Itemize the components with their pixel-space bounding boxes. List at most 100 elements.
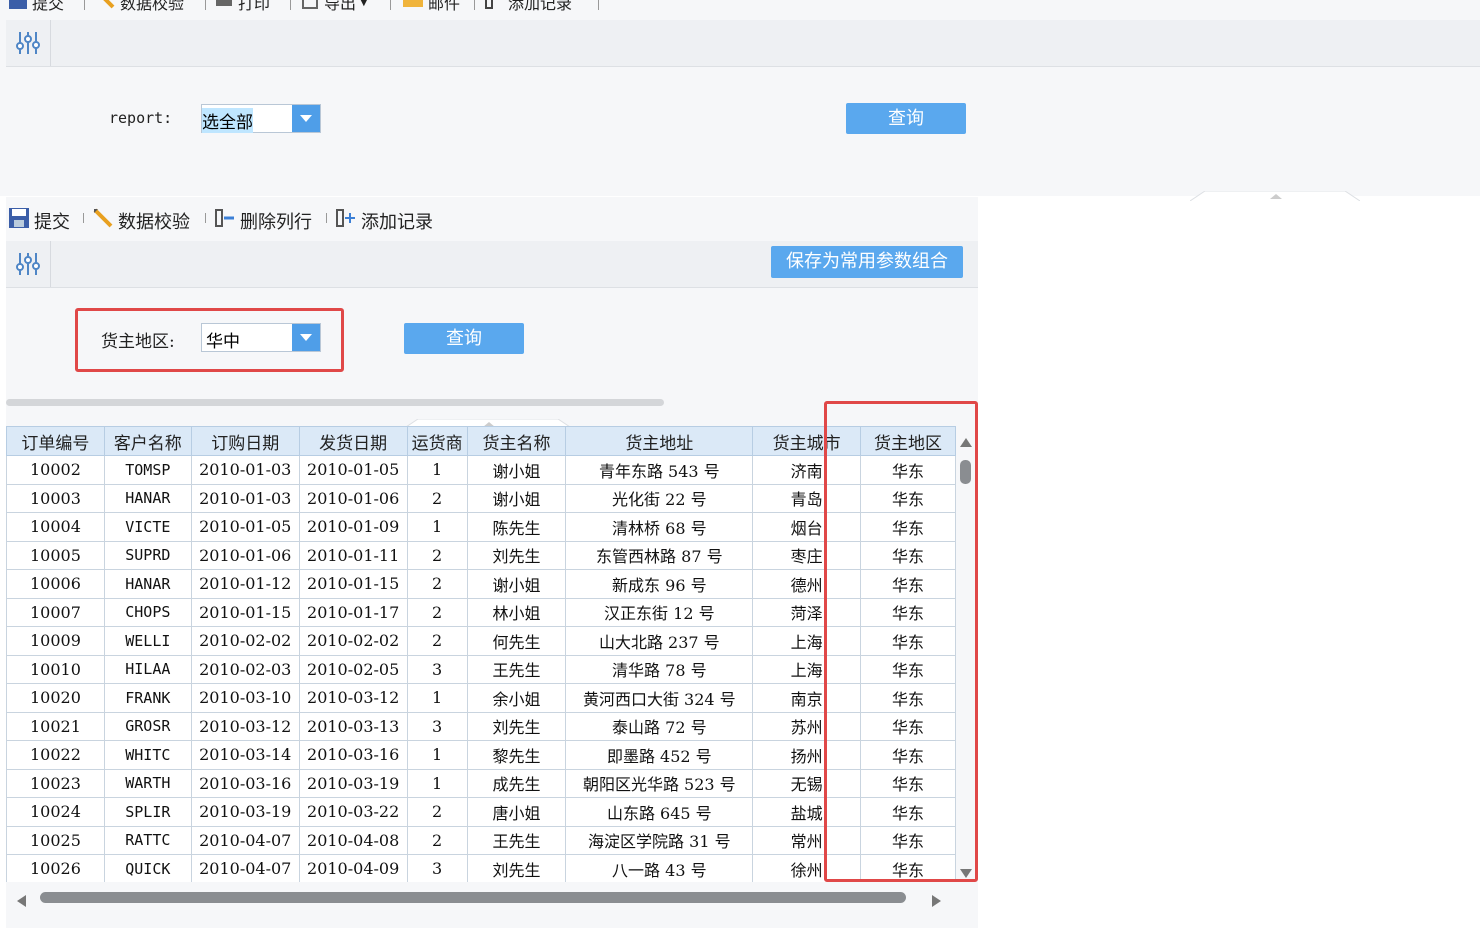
table-cell: 2010-02-02 xyxy=(298,626,408,656)
table-cell: 光化街 22 号 xyxy=(565,483,754,513)
form-param-bar: 保存为常用参数组合 xyxy=(6,241,978,288)
table-row[interactable]: 10006 HANAR 2010-01-12 2010-01-15 2 谢小姐 新成东 96… xyxy=(6,569,956,599)
table-row[interactable]: 10021 GROSR 2010-03-12 2010-03-13 3 刘先生 泰山路 72… xyxy=(6,711,956,741)
chevron-down-icon: ▼ xyxy=(360,0,368,8)
column-header[interactable]: 订单编号 xyxy=(6,426,105,456)
table-cell: WHITC xyxy=(103,740,192,770)
validate-button[interactable]: 数据校验 xyxy=(92,207,190,234)
column-header[interactable]: 发货日期 xyxy=(298,426,408,456)
table-row[interactable]: 10020 FRANK 2010-03-10 2010-03-12 1 余小姐 黄河西口大街… xyxy=(6,683,956,713)
table-cell: 10023 xyxy=(6,768,105,798)
top-toolbar: 提交 数据校验 打印 导出 ▼ 邮件 添加记录 xyxy=(0,0,1480,12)
column-header[interactable]: 货主名称 xyxy=(466,426,567,456)
table-cell: 成先生 xyxy=(466,768,567,798)
table-cell: 刘先生 xyxy=(466,540,567,570)
table-horizontal-scrollbar[interactable] xyxy=(6,885,978,911)
query-button[interactable]: 查询 xyxy=(404,323,524,354)
table-cell: 2010-02-02 xyxy=(190,626,300,656)
table-row[interactable]: 10004 VICTE 2010-01-05 2010-01-09 1 陈先生 清林桥 68… xyxy=(6,512,956,542)
collapse-handle[interactable] xyxy=(402,414,574,430)
table-cell: 2010-03-13 xyxy=(298,711,408,741)
add-record-button[interactable]: 添加记录 xyxy=(335,207,433,234)
column-header[interactable]: 订购日期 xyxy=(190,426,300,456)
top-submit-button[interactable]: 提交 xyxy=(8,0,64,12)
top-print-button[interactable]: 打印 xyxy=(214,0,270,12)
table-cell: 2 xyxy=(406,626,468,656)
delete-row-button[interactable]: 删除列行 xyxy=(214,207,312,234)
sliders-icon[interactable] xyxy=(6,20,51,66)
params-scrollbar[interactable] xyxy=(6,399,664,406)
table-cell: 谢小姐 xyxy=(466,569,567,599)
table-cell: 2 xyxy=(406,825,468,855)
table-cell: 2 xyxy=(406,540,468,570)
table-cell: 清林桥 68 号 xyxy=(565,512,754,542)
table-row[interactable]: 10002 TOMSP 2010-01-03 2010-01-05 1 谢小姐 青年东路 5… xyxy=(6,455,956,485)
top-export-button[interactable]: 导出 ▼ xyxy=(300,0,368,12)
table-cell: 2010-04-08 xyxy=(298,825,408,855)
top-add-record-button[interactable]: 添加记录 xyxy=(484,0,572,12)
table-row[interactable]: 10007 CHOPS 2010-01-15 2010-01-17 2 林小姐 汉正东街 1… xyxy=(6,597,956,627)
table-cell: 谢小姐 xyxy=(466,455,567,485)
save-params-button[interactable]: 保存为常用参数组合 xyxy=(771,246,963,278)
table-cell: 2010-04-09 xyxy=(298,854,408,882)
pencil-icon xyxy=(92,207,114,234)
column-header[interactable]: 运货商 xyxy=(406,426,468,456)
table-cell: RATTC xyxy=(103,825,192,855)
table-cell: 2010-03-19 xyxy=(190,797,300,827)
table-cell: 1 xyxy=(406,455,468,485)
report-select[interactable]: 选全部 xyxy=(201,104,321,133)
report-select-value: 选全部 xyxy=(202,108,253,133)
horizontal-scroll-thumb[interactable] xyxy=(40,892,906,903)
table-cell: 泰山路 72 号 xyxy=(565,711,754,741)
table-cell: 新成东 96 号 xyxy=(565,569,754,599)
top-param-bar xyxy=(6,20,1480,67)
table-row[interactable]: 10025 RATTC 2010-04-07 2010-04-08 2 王先生 海淀区学院路… xyxy=(6,825,956,855)
table-row[interactable]: 10010 HILAA 2010-02-03 2010-02-05 3 王先生 清华路 78… xyxy=(6,654,956,684)
top-query-button[interactable]: 查询 xyxy=(846,103,966,134)
table-cell: 10002 xyxy=(6,455,105,485)
table-cell: 2 xyxy=(406,569,468,599)
table-row[interactable]: 10022 WHITC 2010-03-14 2010-03-16 1 黎先生 即墨路 45… xyxy=(6,740,956,770)
background-report-panel: 提交 数据校验 打印 导出 ▼ 邮件 添加记录 report: 选全部 查询 xyxy=(0,0,1480,202)
table-row[interactable]: 10005 SUPRD 2010-01-06 2010-01-11 2 刘先生 东管西林路 … xyxy=(6,540,956,570)
table-cell: 2010-04-07 xyxy=(190,825,300,855)
table-row[interactable]: 10023 WARTH 2010-03-16 2010-03-19 1 成先生 朝阳区光华路… xyxy=(6,768,956,798)
table-cell: 3 xyxy=(406,711,468,741)
table-row[interactable]: 10003 HANAR 2010-01-03 2010-01-06 2 谢小姐 光化街 22… xyxy=(6,483,956,513)
table-cell: 1 xyxy=(406,512,468,542)
table-cell: 3 xyxy=(406,854,468,882)
table-cell: 2010-03-14 xyxy=(190,740,300,770)
table-cell: 汉正东街 12 号 xyxy=(565,597,754,627)
table-cell: 王先生 xyxy=(466,654,567,684)
chevron-down-icon[interactable] xyxy=(292,105,320,132)
top-mail-button[interactable]: 邮件 xyxy=(402,0,460,12)
scroll-right-icon[interactable] xyxy=(932,892,942,911)
sliders-icon[interactable] xyxy=(6,241,51,287)
order-table: 订单编号 客户名称 订购日期 发货日期 运货商 货主名称 货主地址 货主城市 货主地区 1000… xyxy=(6,426,956,882)
table-cell: 余小姐 xyxy=(466,683,567,713)
column-header[interactable]: 客户名称 xyxy=(103,426,192,456)
table-cell: 2010-02-03 xyxy=(190,654,300,684)
scroll-left-icon[interactable] xyxy=(16,892,26,911)
table-cell: 2010-01-03 xyxy=(190,483,300,513)
table-row[interactable]: 10024 SPLIR 2010-03-19 2010-03-22 2 唐小姐 山东路 64… xyxy=(6,797,956,827)
add-record-icon xyxy=(335,207,357,234)
table-cell: 2010-01-17 xyxy=(298,597,408,627)
table-cell: 山东路 645 号 xyxy=(565,797,754,827)
column-header[interactable]: 货主地址 xyxy=(565,426,754,456)
table-cell: 王先生 xyxy=(466,825,567,855)
table-cell: 2010-03-19 xyxy=(298,768,408,798)
submit-button[interactable]: 提交 xyxy=(8,207,70,234)
table-cell: SUPRD xyxy=(103,540,192,570)
table-row[interactable]: 10009 WELLI 2010-02-02 2010-02-02 2 何先生 山大北路 2… xyxy=(6,626,956,656)
region-column-highlight-box xyxy=(824,401,978,882)
table-cell: CHOPS xyxy=(103,597,192,627)
table-cell: 林小姐 xyxy=(466,597,567,627)
table-cell: 青年东路 543 号 xyxy=(565,455,754,485)
table-row[interactable]: 10026 QUICK 2010-04-07 2010-04-09 3 刘先生 八一路 43… xyxy=(6,854,956,882)
table-cell: 10009 xyxy=(6,626,105,656)
table-cell: 2010-01-03 xyxy=(190,455,300,485)
top-validate-button[interactable]: 数据校验 xyxy=(96,0,184,12)
collapse-handle[interactable] xyxy=(1189,186,1361,202)
table-cell: 10024 xyxy=(6,797,105,827)
